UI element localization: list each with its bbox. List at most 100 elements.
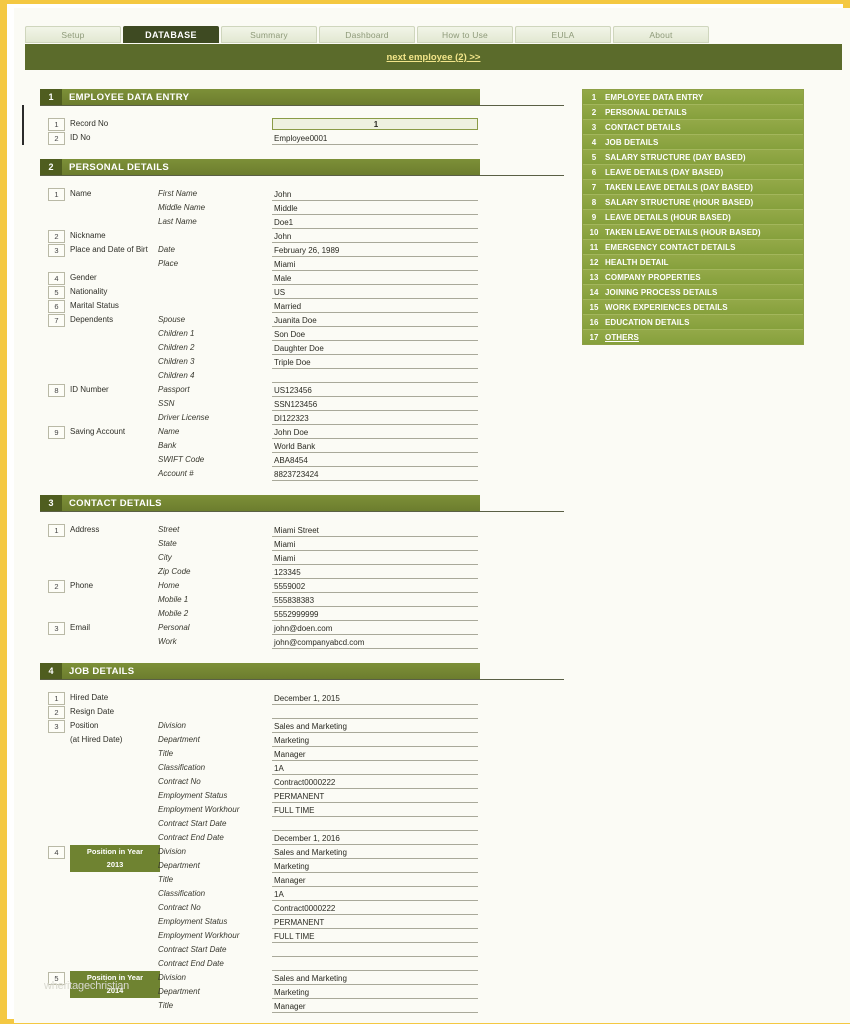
field-sublabel: Employment Status — [158, 791, 228, 800]
nav-item-17[interactable]: 17 OTHERS — [583, 330, 803, 344]
field-value-input[interactable]: 5559002 — [272, 580, 478, 593]
field-value-input[interactable]: December 1, 2016 — [272, 832, 478, 845]
field-value-input[interactable]: Miami — [272, 258, 478, 271]
field-value-input[interactable]: Marketing — [272, 986, 478, 999]
field-value-input[interactable]: 8823723424 — [272, 468, 478, 481]
field-label: Nationality — [70, 287, 108, 296]
field-value-input[interactable]: 1 — [272, 118, 478, 130]
field-value-input[interactable]: John Doe — [272, 426, 478, 439]
field-value-input[interactable]: Miami — [272, 538, 478, 551]
tab-how-to-use[interactable]: How to Use — [417, 26, 513, 43]
field-value-input[interactable]: US123456 — [272, 384, 478, 397]
nav-item-number: 12 — [589, 257, 599, 267]
tab-dashboard[interactable]: Dashboard — [319, 26, 415, 43]
field-value-input[interactable]: Marketing — [272, 860, 478, 873]
nav-item-10[interactable]: 10 TAKEN LEAVE DETAILS (HOUR BASED) — [583, 225, 803, 240]
field-value-input[interactable] — [272, 706, 478, 719]
field-value-input[interactable]: John — [272, 230, 478, 243]
tab-summary[interactable]: Summary — [221, 26, 317, 43]
field-value-input[interactable] — [272, 958, 478, 971]
field-value-input[interactable]: Son Doe — [272, 328, 478, 341]
field-value-input[interactable]: John — [272, 188, 478, 201]
nav-item-5[interactable]: 5 SALARY STRUCTURE (DAY BASED) — [583, 150, 803, 165]
field-value-input[interactable]: Employee0001 — [272, 132, 478, 145]
field-value-input[interactable]: FULL TIME — [272, 930, 478, 943]
nav-item-7[interactable]: 7 TAKEN LEAVE DETAILS (DAY BASED) — [583, 180, 803, 195]
nav-item-number: 6 — [591, 167, 597, 177]
field-value-input[interactable] — [272, 944, 478, 957]
field-value-input[interactable]: 555838383 — [272, 594, 478, 607]
field-value-input[interactable]: PERMANENT — [272, 790, 478, 803]
worksheet-area: Setup DATABASE Summary Dashboard How to Use E… — [14, 8, 850, 1023]
field-value-input[interactable]: Doe1 — [272, 216, 478, 229]
nav-item-15[interactable]: 15 WORK EXPERIENCES DETAILS — [583, 300, 803, 315]
field-value-input[interactable]: Manager — [272, 874, 478, 887]
field-value-input[interactable]: Sales and Marketing — [272, 846, 478, 859]
field-value-input[interactable]: 5552999999 — [272, 608, 478, 621]
field-value-input[interactable]: Married — [272, 300, 478, 313]
nav-item-label: COMPANY PROPERTIES — [605, 272, 701, 282]
nav-item-9[interactable]: 9 LEAVE DETAILS (HOUR BASED) — [583, 210, 803, 225]
field-value-input[interactable]: World Bank — [272, 440, 478, 453]
form-row: Account # 8823723424 — [48, 468, 478, 482]
field-value-input[interactable]: February 26, 1989 — [272, 244, 478, 257]
form-row: State Miami — [48, 538, 478, 552]
section-title: JOB DETAILS — [69, 665, 135, 677]
nav-item-number: 17 — [589, 332, 599, 342]
field-value-input[interactable]: 1A — [272, 888, 478, 901]
field-value-input[interactable]: Contract0000222 — [272, 776, 478, 789]
form-row: City Miami — [48, 552, 478, 566]
field-value-input[interactable]: SSN123456 — [272, 398, 478, 411]
nav-item-13[interactable]: 13 COMPANY PROPERTIES — [583, 270, 803, 285]
field-value-input[interactable]: December 1, 2015 — [272, 692, 478, 705]
field-value-input[interactable]: 123345 — [272, 566, 478, 579]
form-row: SSN SSN123456 — [48, 398, 478, 412]
tab-database[interactable]: DATABASE — [123, 26, 219, 43]
tab-setup[interactable]: Setup — [25, 26, 121, 43]
field-value-input[interactable]: Manager — [272, 748, 478, 761]
field-value-input[interactable]: john@companyabcd.com — [272, 636, 478, 649]
nav-item-8[interactable]: 8 SALARY STRUCTURE (HOUR BASED) — [583, 195, 803, 210]
nav-item-2[interactable]: 2 PERSONAL DETAILS — [583, 105, 803, 120]
field-value-input[interactable]: Sales and Marketing — [272, 720, 478, 733]
field-sublabel: Classification — [158, 889, 206, 898]
field-value-input[interactable]: Male — [272, 272, 478, 285]
nav-item-11[interactable]: 11 EMERGENCY CONTACT DETAILS — [583, 240, 803, 255]
field-value-input[interactable]: US — [272, 286, 478, 299]
field-value-input[interactable] — [272, 370, 478, 383]
form-row: Contract End Date — [48, 958, 478, 972]
field-value-input[interactable]: Manager — [272, 1000, 478, 1013]
nav-item-4[interactable]: 4 JOB DETAILS — [583, 135, 803, 150]
field-value-input[interactable]: Contract0000222 — [272, 902, 478, 915]
field-value-input[interactable]: Miami — [272, 552, 478, 565]
nav-item-14[interactable]: 14 JOINING PROCESS DETAILS — [583, 285, 803, 300]
field-value-input[interactable]: Middle — [272, 202, 478, 215]
field-value-input[interactable]: Marketing — [272, 734, 478, 747]
nav-item-6[interactable]: 6 LEAVE DETAILS (DAY BASED) — [583, 165, 803, 180]
field-value-input[interactable]: Miami Street — [272, 524, 478, 537]
field-value-input[interactable]: FULL TIME — [272, 804, 478, 817]
field-value-input[interactable]: Sales and Marketing — [272, 972, 478, 985]
tab-about[interactable]: About — [613, 26, 709, 43]
nav-item-16[interactable]: 16 EDUCATION DETAILS — [583, 315, 803, 330]
field-value-input[interactable]: Juanita Doe — [272, 314, 478, 327]
field-value-input[interactable]: DI122323 — [272, 412, 478, 425]
nav-item-12[interactable]: 12 HEALTH DETAIL — [583, 255, 803, 270]
form-row: Mobile 2 5552999999 — [48, 608, 478, 622]
field-value-input[interactable]: Triple Doe — [272, 356, 478, 369]
field-value-input[interactable]: ABA8454 — [272, 454, 478, 467]
field-sublabel: Bank — [158, 441, 177, 450]
nav-item-label: SALARY STRUCTURE (HOUR BASED) — [605, 197, 754, 207]
tab-eula[interactable]: EULA — [515, 26, 611, 43]
field-value-input[interactable] — [272, 818, 478, 831]
row-index-cell: 6 — [48, 300, 65, 313]
nav-item-3[interactable]: 3 CONTACT DETAILS — [583, 120, 803, 135]
field-value-input[interactable]: john@doen.com — [272, 622, 478, 635]
field-value-input[interactable]: 1A — [272, 762, 478, 775]
field-value-input[interactable]: Daughter Doe — [272, 342, 478, 355]
field-sublabel: Children 4 — [158, 371, 195, 380]
nav-item-1[interactable]: 1 EMPLOYEE DATA ENTRY — [583, 90, 803, 105]
next-employee-link[interactable]: next employee (2) >> — [387, 52, 481, 63]
row-index-cell: 1 — [48, 118, 65, 131]
field-value-input[interactable]: PERMANENT — [272, 916, 478, 929]
